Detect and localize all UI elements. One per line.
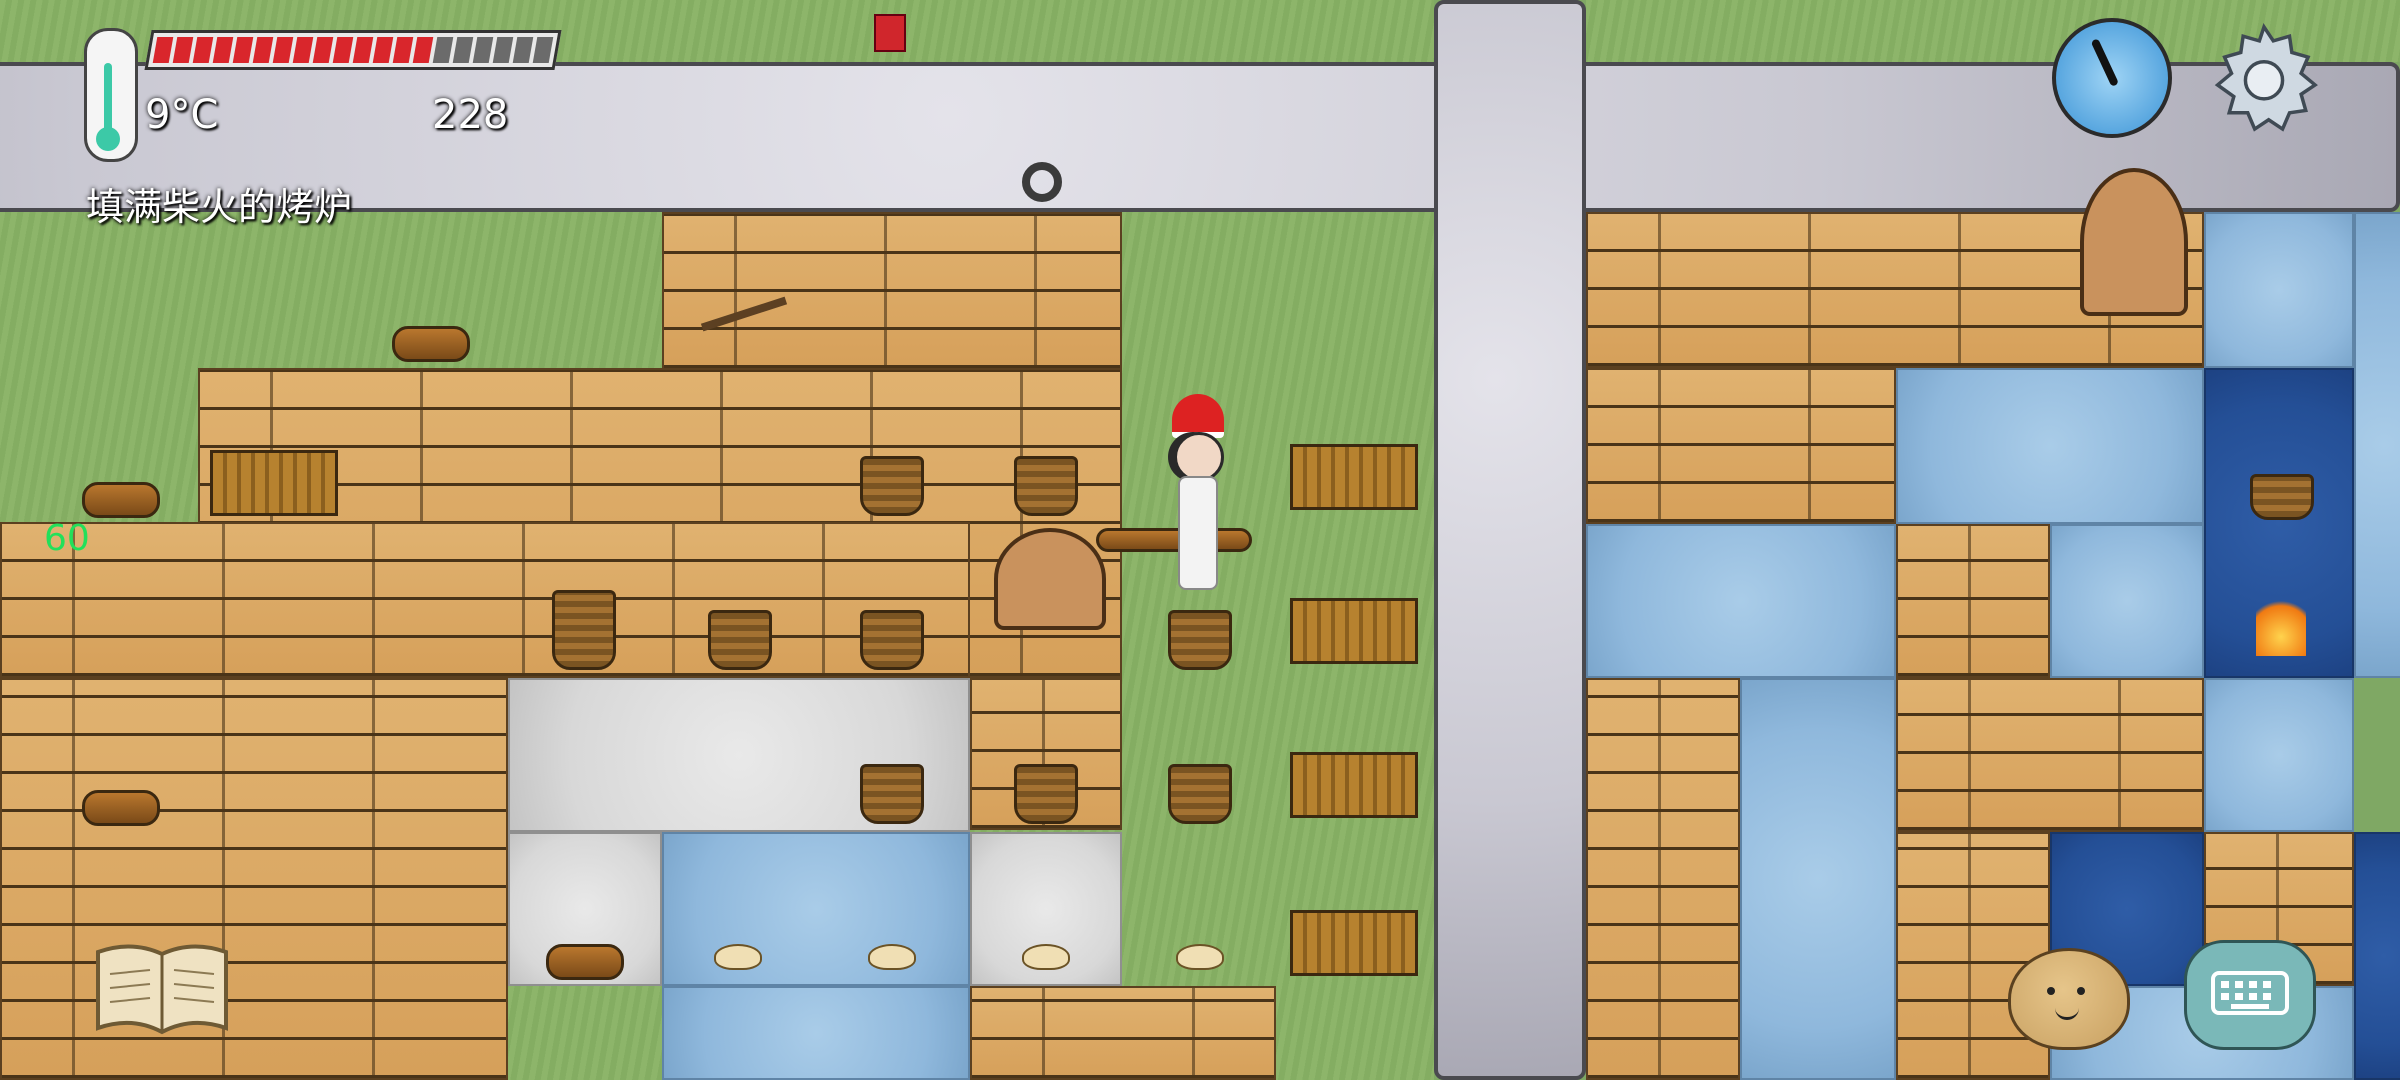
wooden-crate[interactable] [210, 450, 338, 516]
firewood-filled-oven[interactable] [994, 528, 1106, 630]
basket-of-wheat[interactable] [708, 610, 772, 670]
basket-of-wheat[interactable] [860, 610, 924, 670]
health-segment-filled [192, 37, 214, 63]
firewood-log[interactable] [546, 944, 624, 980]
crate-of-wheat[interactable] [1290, 752, 1418, 818]
wood-floor[interactable] [970, 986, 1276, 1080]
health-segment-filled [332, 37, 354, 63]
wood-floor[interactable] [1896, 524, 2050, 678]
wood-floor[interactable] [0, 678, 508, 1080]
temperature-readout: 9°C [145, 92, 219, 138]
compass-icon[interactable] [2052, 18, 2172, 138]
health-segment-empty [512, 37, 534, 63]
wood-floor[interactable] [1896, 678, 2204, 832]
health-segment-filled [412, 37, 434, 63]
wood-floor[interactable] [1586, 678, 1740, 1080]
basket-of-wheat[interactable] [1014, 764, 1078, 824]
fps-counter: 60 [44, 518, 90, 559]
basket-of-wheat[interactable] [1014, 456, 1078, 516]
player-body [1178, 476, 1218, 590]
health-segment-filled [172, 37, 194, 63]
health-segment-filled [392, 37, 414, 63]
stone-path[interactable] [1434, 0, 1586, 1080]
health-segment-filled [152, 37, 174, 63]
adobe-kiln[interactable] [2080, 168, 2188, 316]
open-book-icon[interactable] [92, 940, 232, 1038]
ice-floor[interactable] [1740, 678, 1896, 1080]
health-segment-filled [232, 37, 254, 63]
ice-floor[interactable] [2050, 524, 2204, 678]
health-segment-empty [432, 37, 454, 63]
basket-of-wheat[interactable] [1168, 610, 1232, 670]
firewood-log[interactable] [82, 482, 160, 518]
ice-floor[interactable] [2204, 678, 2354, 832]
player-character[interactable] [1166, 394, 1228, 594]
basket-of-wheat[interactable] [860, 764, 924, 824]
bread-loaf[interactable] [1022, 944, 1070, 970]
health-segment-empty [472, 37, 494, 63]
health-segment-filled [272, 37, 294, 63]
game-world[interactable] [0, 0, 2400, 1080]
crate-of-wheat[interactable] [1290, 598, 1418, 664]
firewood-log[interactable] [392, 326, 470, 362]
potato-face-icon[interactable] [2008, 948, 2130, 1050]
basket-of-wheat[interactable] [860, 456, 924, 516]
keyboard-chat-icon[interactable] [2184, 940, 2316, 1050]
health-segment-filled [252, 37, 274, 63]
player-head [1174, 432, 1224, 482]
health-bar [144, 30, 562, 70]
bread-loaf[interactable] [868, 944, 916, 970]
stacked-baskets[interactable] [552, 590, 616, 670]
wood-floor[interactable] [1586, 368, 1896, 524]
rubber-tire[interactable] [1022, 162, 1062, 202]
ice-floor[interactable] [662, 986, 970, 1080]
gear-icon[interactable] [2206, 20, 2322, 136]
red-bucket[interactable] [874, 14, 906, 52]
empty-basket[interactable] [2250, 474, 2314, 520]
deep-water[interactable] [2354, 832, 2400, 1080]
campfire[interactable] [2256, 592, 2306, 656]
health-segment-empty [452, 37, 474, 63]
ice-floor[interactable] [1586, 524, 1896, 678]
bread-loaf[interactable] [1176, 944, 1224, 970]
wood-floor[interactable] [0, 522, 970, 678]
held-item-label: 填满柴火的烤炉 [86, 185, 353, 229]
health-segment-empty [532, 37, 554, 63]
firewood-log[interactable] [82, 790, 160, 826]
basket-of-wheat[interactable] [1168, 764, 1232, 824]
health-segment-filled [352, 37, 374, 63]
wood-floor[interactable] [662, 212, 1122, 370]
health-segment-empty [492, 37, 514, 63]
bread-loaf[interactable] [714, 944, 762, 970]
ice-floor[interactable] [662, 832, 970, 986]
stone-floor[interactable] [0, 62, 2400, 212]
thermometer-icon [84, 28, 138, 162]
health-segment-filled [292, 37, 314, 63]
health-segment-filled [372, 37, 394, 63]
ice-floor[interactable] [2204, 212, 2354, 368]
ice-floor[interactable] [2354, 212, 2400, 678]
wooden-crate[interactable] [1290, 910, 1418, 976]
wood-floor[interactable] [1896, 832, 2050, 1080]
ice-floor[interactable] [1896, 368, 2204, 524]
health-segment-filled [212, 37, 234, 63]
crate-of-wheat[interactable] [1290, 444, 1418, 510]
health-segment-filled [312, 37, 334, 63]
score-counter: 228 [432, 92, 509, 138]
